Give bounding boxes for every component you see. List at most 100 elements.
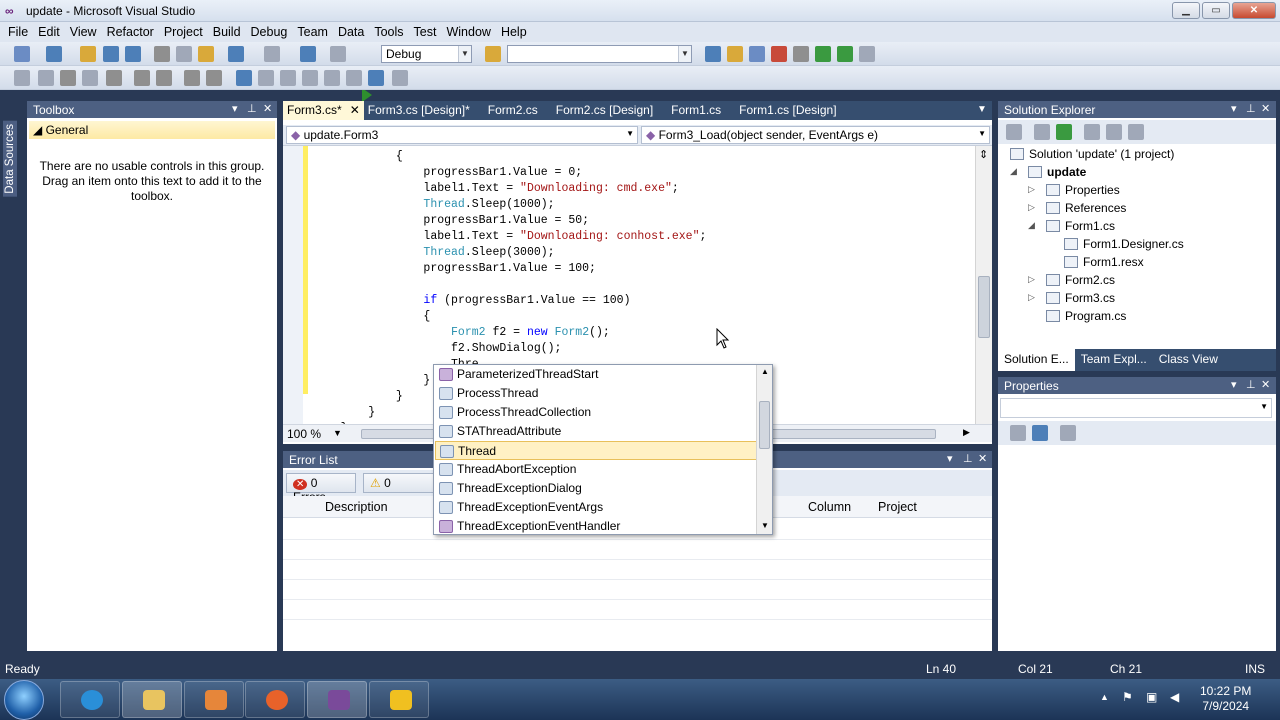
menu-item-file[interactable]: File (3, 22, 33, 42)
toggle-bookmark-icon[interactable] (236, 70, 252, 86)
expand-icon[interactable]: ▷ (1028, 184, 1035, 195)
expand-icon[interactable]: ▷ (1028, 202, 1035, 213)
maximize-button[interactable]: ▭ (1202, 2, 1230, 19)
media-player-taskbar-button[interactable] (184, 681, 244, 718)
close-tab-icon[interactable]: ✕ (350, 103, 360, 117)
bookmark-icon[interactable] (206, 70, 222, 86)
close-icon[interactable]: ✕ (978, 452, 987, 465)
clock[interactable]: 10:22 PM 7/9/2024 (1200, 684, 1251, 714)
column-description[interactable]: Description (325, 500, 388, 514)
object-selector-dropdown[interactable]: ▼ (1000, 398, 1272, 418)
scroll-up-icon[interactable]: ▲ (761, 367, 769, 376)
split-icon[interactable]: ⇕ (979, 148, 988, 161)
tab-form2-cs[interactable]: Form2.cs (484, 101, 552, 120)
view-class-diagram-icon[interactable] (1128, 124, 1144, 140)
tree-node-update[interactable]: ◢ update (1010, 165, 1086, 183)
start-page-icon[interactable] (837, 46, 853, 62)
menu-item-debug[interactable]: Debug (246, 22, 293, 42)
completion-item[interactable]: Thread (435, 441, 757, 460)
tab-form1-cs[interactable]: Form1.cs (667, 101, 735, 120)
tree-node-program-cs[interactable]: Program.cs (1046, 309, 1126, 327)
start-debugging-icon[interactable] (362, 88, 372, 102)
close-icon[interactable]: ✕ (1261, 378, 1270, 391)
start-button[interactable] (4, 680, 44, 720)
explorer-taskbar-button[interactable] (122, 681, 182, 718)
expand-icon[interactable]: ▷ (1028, 274, 1035, 285)
bottom-tab-team-expl[interactable]: Team Expl... (1075, 349, 1153, 371)
pin-icon[interactable]: ⊥ (247, 102, 257, 115)
tree-node-properties[interactable]: ▷ Properties (1028, 183, 1120, 201)
close-icon[interactable]: ✕ (1261, 102, 1270, 115)
uncomment-icon[interactable] (184, 70, 200, 86)
volume-icon[interactable]: ◀ (1170, 690, 1179, 704)
navigate-backward-icon[interactable] (300, 46, 316, 62)
find-combo[interactable]: ▼ (507, 45, 692, 63)
tab-overflow-dropdown-icon[interactable]: ▼ (977, 104, 987, 115)
menu-item-build[interactable]: Build (208, 22, 246, 42)
command-window-icon[interactable] (859, 46, 875, 62)
display-word-completion-icon[interactable] (82, 70, 98, 86)
solution-explorer-icon[interactable] (705, 46, 721, 62)
bottom-tab-class-view[interactable]: Class View (1153, 349, 1224, 371)
show-all-files-icon[interactable] (1034, 124, 1050, 140)
completion-scrollbar[interactable]: ▲ ▼ (756, 365, 772, 534)
dropdown-icon[interactable]: ▾ (1231, 378, 1237, 391)
tree-node-form1-resx[interactable]: Form1.resx (1064, 255, 1144, 273)
member-dropdown[interactable]: ◆ Form3_Load(object sender, EventArgs e)… (641, 126, 990, 144)
network-icon[interactable]: ▣ (1146, 690, 1157, 704)
increase-indent-icon[interactable] (134, 70, 150, 86)
save-icon[interactable] (103, 46, 119, 62)
action-center-flag-icon[interactable]: ⚑ (1122, 690, 1133, 704)
completion-item[interactable]: ParameterizedThreadStart (435, 365, 757, 384)
completion-item[interactable]: ProcessThread (435, 384, 757, 403)
completion-scroll-thumb[interactable] (759, 401, 770, 449)
collapse-icon[interactable]: ◢ (1028, 220, 1035, 231)
find-in-files-icon[interactable] (485, 46, 501, 62)
close-icon[interactable]: ✕ (263, 102, 272, 115)
comment-out-icon[interactable] (156, 70, 172, 86)
column-column[interactable]: Column (808, 500, 851, 514)
dropdown-icon[interactable]: ▾ (1231, 102, 1237, 115)
close-button[interactable]: ✕ (1232, 2, 1276, 19)
tree-node-form1-cs[interactable]: ◢ Form1.cs (1028, 219, 1115, 237)
menu-item-project[interactable]: Project (159, 22, 208, 42)
dropdown-icon[interactable]: ▾ (947, 452, 953, 465)
pin-icon[interactable]: ⊥ (1246, 102, 1256, 115)
next-bookmark-folder-icon[interactable] (324, 70, 340, 86)
new-project-icon[interactable] (14, 46, 30, 62)
zoom-level[interactable]: 100 % (287, 427, 321, 441)
completion-item[interactable]: STAThreadAttribute (435, 422, 757, 441)
scroll-down-icon[interactable]: ▼ (761, 521, 769, 530)
tree-node-form3-cs[interactable]: ▷ Form3.cs (1028, 291, 1115, 309)
save-all-icon[interactable] (125, 46, 141, 62)
tab-form3-cs[interactable]: Form3.cs* ✕ (283, 101, 364, 120)
scroll-right-icon[interactable]: ▶ (963, 427, 970, 438)
redo-icon[interactable] (264, 46, 280, 62)
expand-icon[interactable]: ▷ (1028, 292, 1035, 303)
copy-icon[interactable] (176, 46, 192, 62)
display-object-member-list-icon[interactable] (14, 70, 30, 86)
type-dropdown[interactable]: ◆ update.Form3 ▼ (286, 126, 638, 144)
tree-node-form2-cs[interactable]: ▷ Form2.cs (1028, 273, 1115, 291)
data-sources-tab[interactable]: Data Sources (3, 121, 17, 197)
column-project[interactable]: Project (878, 500, 917, 514)
paste-icon[interactable] (198, 46, 214, 62)
quick-info-icon[interactable] (60, 70, 76, 86)
refresh-icon[interactable] (1056, 124, 1072, 140)
tree-node-form1-designer-cs[interactable]: Form1.Designer.cs (1064, 237, 1184, 255)
tab-form1-cs-design[interactable]: Form1.cs [Design] (735, 101, 850, 120)
menu-item-view[interactable]: View (65, 22, 102, 42)
completion-item[interactable]: ThreadExceptionEventArgs (435, 498, 757, 517)
previous-bookmark-folder-icon[interactable] (302, 70, 318, 86)
menu-item-edit[interactable]: Edit (33, 22, 65, 42)
internet-explorer-taskbar-button[interactable] (60, 681, 120, 718)
menu-item-window[interactable]: Window (441, 22, 495, 42)
display-parameter-info-icon[interactable] (38, 70, 54, 86)
menu-item-data[interactable]: Data (333, 22, 369, 42)
object-browser-icon[interactable] (749, 46, 765, 62)
completion-item[interactable]: ProcessThreadCollection (435, 403, 757, 422)
previous-bookmark-icon[interactable] (258, 70, 274, 86)
categorized-icon[interactable] (1010, 425, 1026, 441)
scroll-thumb[interactable] (978, 276, 990, 338)
clear-bookmarks-icon[interactable] (392, 70, 408, 86)
